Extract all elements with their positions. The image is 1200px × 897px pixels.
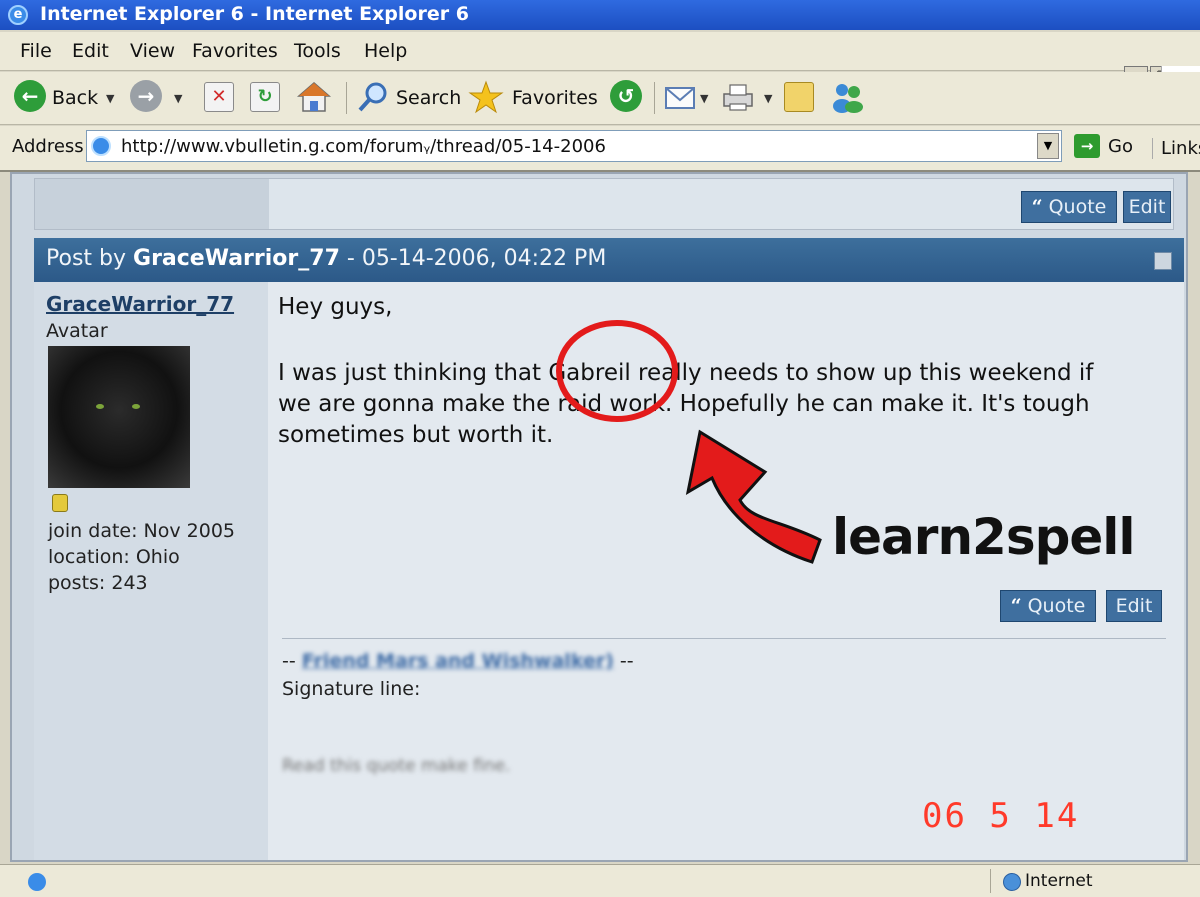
annotation-circle xyxy=(556,320,678,422)
status-bar: Internet xyxy=(0,864,1200,897)
security-zone: Internet xyxy=(990,869,1191,893)
camera-date-stamp: 06 5 14 xyxy=(922,796,1080,836)
page-status-icon xyxy=(28,873,46,891)
annotation-overlay xyxy=(556,320,822,564)
ie-window: e Internet Explorer 6 - Internet Explore… xyxy=(0,0,1200,897)
globe-icon xyxy=(1003,873,1021,891)
annotation-arrow xyxy=(685,429,822,564)
annotation-text: learn2spell xyxy=(832,508,1136,566)
zone-label: Internet xyxy=(1025,871,1093,891)
